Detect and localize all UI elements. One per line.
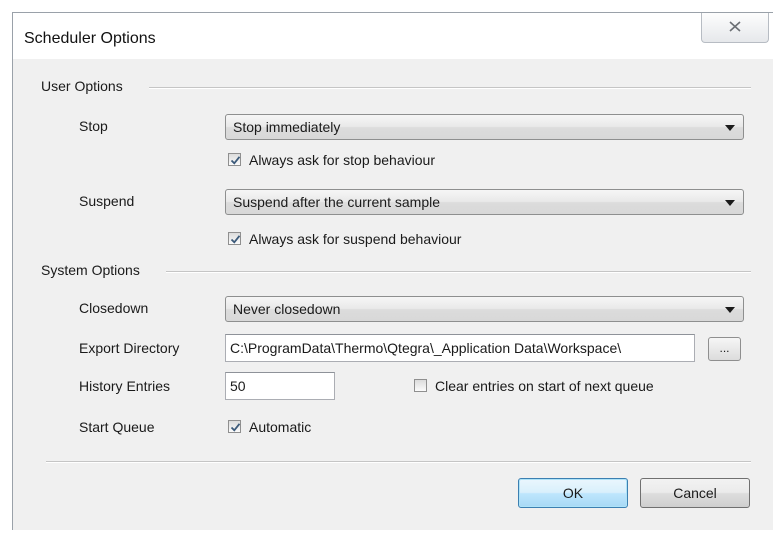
browse-button[interactable]: ... xyxy=(708,337,741,361)
stop-label: Stop xyxy=(79,118,108,134)
suspend-dropdown-value: Suspend after the current sample xyxy=(233,194,441,210)
export-directory-label: Export Directory xyxy=(79,340,180,356)
scheduler-options-dialog: Scheduler Options User Options Stop Stop… xyxy=(12,12,773,530)
button-divider xyxy=(46,461,751,463)
stop-dropdown-value: Stop immediately xyxy=(233,119,341,135)
stop-ask-checkbox[interactable]: Always ask for stop behaviour xyxy=(228,152,528,170)
checkmark-icon xyxy=(230,423,241,432)
cancel-button[interactable]: Cancel xyxy=(640,478,750,508)
title-bar: Scheduler Options xyxy=(13,13,773,59)
close-icon xyxy=(729,21,741,32)
user-options-group-title: User Options xyxy=(41,78,123,94)
closedown-label: Closedown xyxy=(79,300,149,316)
history-entries-label: History Entries xyxy=(79,378,171,394)
system-options-group-title: System Options xyxy=(41,262,140,278)
system-options-divider xyxy=(166,271,751,273)
suspend-label: Suspend xyxy=(79,193,135,209)
chevron-down-icon xyxy=(725,200,735,206)
dialog-body: User Options Stop Stop immediately Alway… xyxy=(13,59,773,530)
checkbox-box xyxy=(228,232,241,245)
closedown-dropdown-value: Never closedown xyxy=(233,301,341,317)
window-title: Scheduler Options xyxy=(24,30,156,47)
start-queue-label: Start Queue xyxy=(79,419,155,435)
history-entries-input[interactable] xyxy=(225,372,335,400)
automatic-label: Automatic xyxy=(249,419,312,435)
checkbox-box xyxy=(414,379,427,392)
chevron-down-icon xyxy=(725,125,735,131)
checkmark-icon xyxy=(230,235,241,244)
automatic-checkbox[interactable]: Automatic xyxy=(228,419,368,437)
stop-dropdown[interactable]: Stop immediately xyxy=(225,114,744,140)
close-button[interactable] xyxy=(701,13,769,43)
suspend-dropdown[interactable]: Suspend after the current sample xyxy=(225,189,744,215)
clear-entries-checkbox[interactable]: Clear entries on start of next queue xyxy=(414,378,714,396)
checkbox-box xyxy=(228,153,241,166)
checkmark-icon xyxy=(230,156,241,165)
ok-button[interactable]: OK xyxy=(518,478,628,508)
suspend-ask-label: Always ask for suspend behaviour xyxy=(249,231,462,247)
stop-ask-label: Always ask for stop behaviour xyxy=(249,152,435,168)
checkbox-box xyxy=(228,420,241,433)
closedown-dropdown[interactable]: Never closedown xyxy=(225,296,744,322)
chevron-down-icon xyxy=(725,307,735,313)
suspend-ask-checkbox[interactable]: Always ask for suspend behaviour xyxy=(228,231,548,249)
clear-entries-label: Clear entries on start of next queue xyxy=(435,378,654,394)
user-options-divider xyxy=(149,87,751,89)
export-directory-input[interactable] xyxy=(225,334,695,362)
